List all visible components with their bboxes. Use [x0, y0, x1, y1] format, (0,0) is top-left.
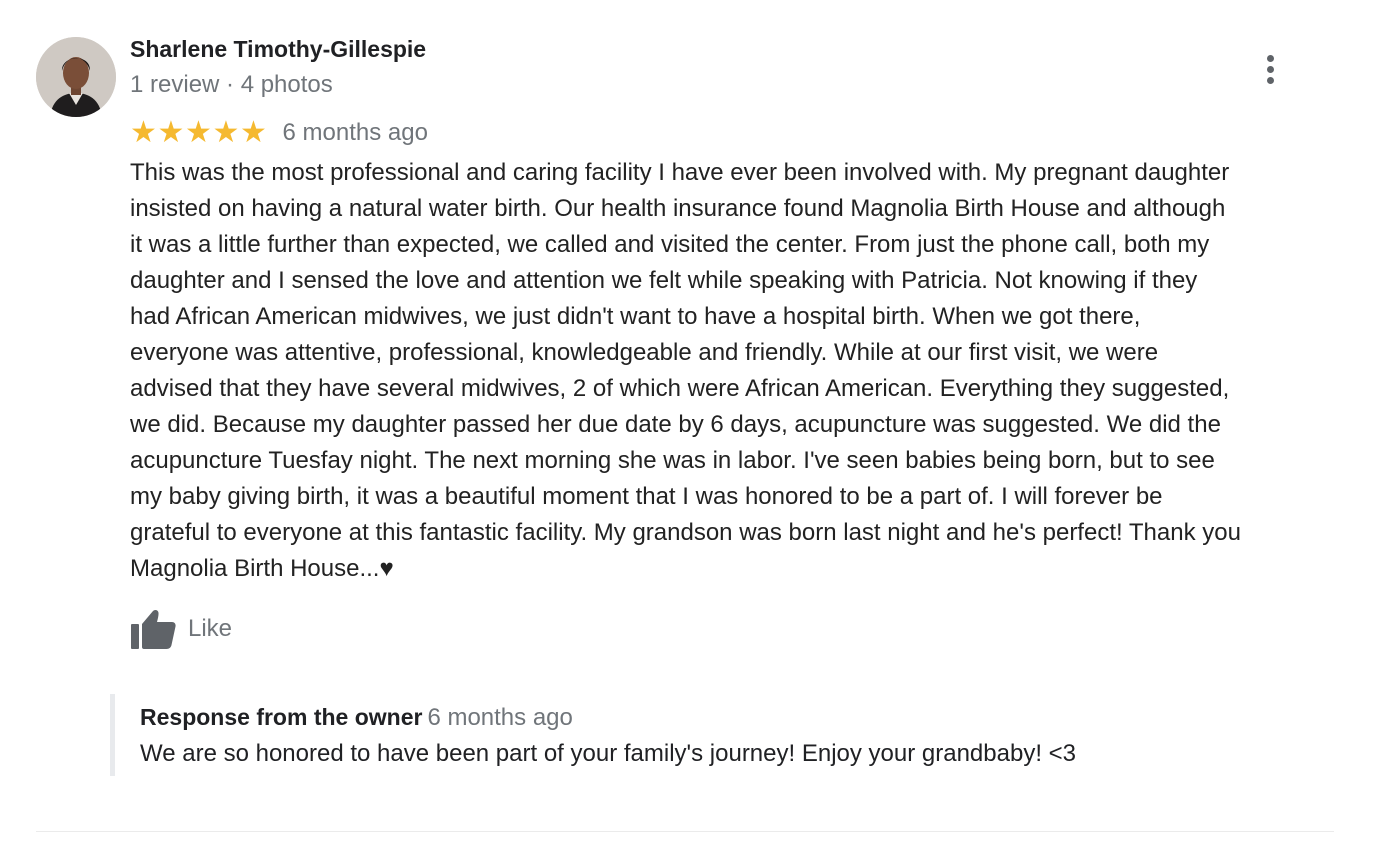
star-icon: ★ — [130, 116, 157, 149]
rating-row: ★ ★ ★ ★ ★ 6 months ago — [130, 116, 428, 150]
star-icon: ★ — [185, 116, 212, 149]
review-text-line: my baby giving birth, it was a beautiful… — [130, 483, 1163, 510]
owner-response-heading: Response from the owner 6 months ago — [140, 704, 573, 732]
review-text-line: This was the most professional and carin… — [130, 159, 1230, 186]
review-text-line: advised that they have several midwives,… — [130, 375, 1230, 402]
star-icon: ★ — [240, 116, 267, 149]
star-icon: ★ — [157, 116, 185, 149]
thumbs-up-icon — [131, 609, 176, 649]
star-rating: ★ ★ ★ ★ ★ — [130, 118, 268, 148]
like-label: Like — [188, 615, 233, 642]
author-meta: 1 review · 4 photos — [130, 71, 333, 98]
owner-response-date: 6 months ago — [427, 704, 573, 731]
review-text-line: grateful to everyone at this fantastic f… — [130, 519, 1241, 546]
owner-response-title: Response from the owner — [140, 704, 423, 730]
review-text-line: it was a little further than expected, w… — [130, 231, 1210, 258]
author-name[interactable]: Sharlene Timothy-Gillespie — [130, 36, 426, 63]
divider — [36, 831, 1334, 832]
review-date: 6 months ago — [282, 119, 428, 146]
owner-response-text: We are so honored to have been part of y… — [140, 740, 1077, 767]
review-text: This was the most professional and carin… — [130, 155, 1350, 587]
like-button[interactable]: Like — [130, 606, 232, 652]
star-icon: ★ — [212, 116, 240, 149]
more-options-button[interactable] — [1256, 50, 1284, 88]
review-text-line: acupuncture Tuesfay night. The next morn… — [130, 447, 1215, 474]
review-text-line: insisted on having a natural water birth… — [130, 195, 1226, 222]
owner-response: Response from the owner 6 months ago We a… — [110, 694, 1315, 776]
review-text-line: everyone was attentive, professional, kn… — [130, 339, 1159, 366]
avatar[interactable] — [36, 37, 116, 117]
more-vert-icon — [1266, 54, 1274, 62]
review-text-line: we did. Because my daughter passed her d… — [130, 411, 1221, 438]
review-text-line: daughter and I sensed the love and atten… — [130, 267, 1198, 294]
review-text-line: had African American midwives, we just d… — [130, 303, 1141, 330]
review-text-line: Magnolia Birth House...♥ — [130, 555, 394, 582]
